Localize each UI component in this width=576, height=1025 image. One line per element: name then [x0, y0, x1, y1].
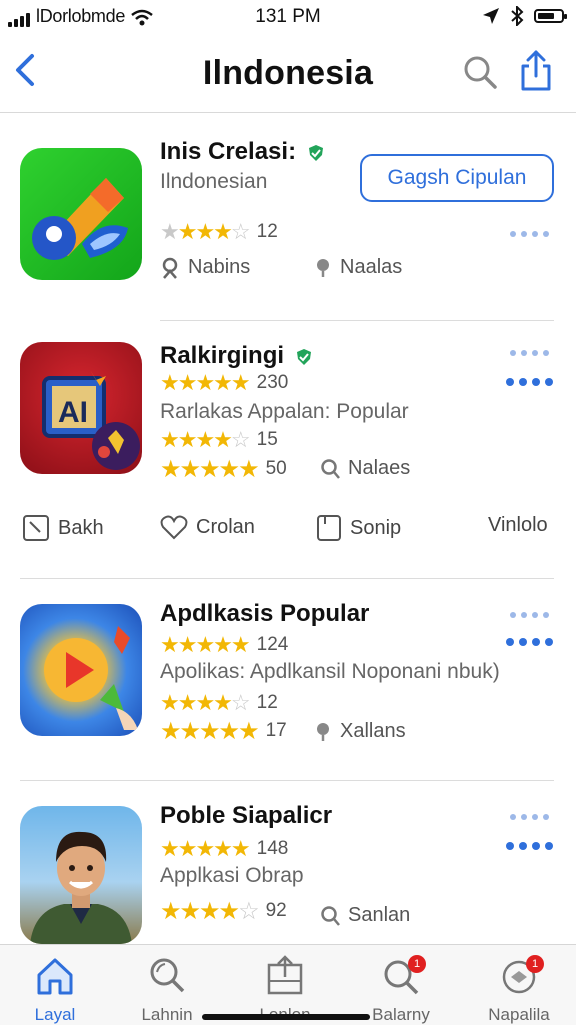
- more-options-icon[interactable]: [510, 350, 549, 356]
- action-vinlolo[interactable]: Vinlolo: [488, 514, 548, 537]
- rating-row-2a: ★★★★★ 230: [160, 370, 289, 395]
- expand-icon: [23, 515, 49, 541]
- rating-count: 92: [265, 900, 287, 921]
- action-favorite[interactable]: Crolan: [160, 514, 255, 540]
- rating-row-3a: ★★★★★ 124: [160, 632, 289, 657]
- rating-count: 17: [265, 720, 287, 741]
- avatar-icon: [30, 831, 132, 944]
- star-rating: ★★★★★: [160, 836, 251, 861]
- app-description-2: Rarlakas Appalan: Popular: [160, 400, 409, 423]
- rating-count: 148: [256, 838, 289, 859]
- status-bar: lDorlobmde 131 PM: [0, 0, 576, 36]
- bookmark-icon: [317, 515, 341, 541]
- more-options-icon-active[interactable]: [506, 638, 553, 646]
- app-subtitle-1: Ilndonesian: [160, 170, 268, 193]
- verified-icon: [308, 144, 323, 161]
- tab-lahnin[interactable]: Lahnin: [112, 945, 222, 1025]
- battery-icon: [534, 9, 567, 23]
- more-options-icon-active[interactable]: [506, 378, 553, 386]
- star-rating: ★★★★☆: [160, 427, 251, 452]
- meta-right-4: Sanlan: [320, 904, 410, 927]
- action-sonip[interactable]: Sonip: [316, 514, 401, 542]
- meta-right-1: Naalas: [314, 256, 402, 279]
- tab-layal[interactable]: Layal: [0, 945, 110, 1025]
- action-back[interactable]: Bakh: [22, 514, 104, 542]
- pin-icon: [317, 722, 329, 741]
- location-arrow-icon: [483, 8, 499, 24]
- app-name-1: Inis Crelasi:: [160, 138, 325, 166]
- star-rating: ★★★★★: [160, 632, 251, 657]
- rating-row-3b: ★★★★☆ 12: [160, 690, 278, 715]
- more-options-icon[interactable]: [510, 814, 549, 820]
- rating-count: 12: [256, 692, 278, 713]
- more-options-icon[interactable]: [510, 612, 549, 618]
- rating-count: 12: [256, 221, 278, 242]
- notification-badge: 1: [526, 955, 544, 973]
- rating-count: 230: [256, 372, 289, 393]
- app-name-2: Ralkirgingi: [160, 342, 313, 370]
- location-pin-icon: [162, 257, 178, 279]
- home-icon: [37, 958, 73, 995]
- app-icon-2[interactable]: AI: [20, 342, 142, 474]
- tab-lonlon[interactable]: Lonlon: [230, 945, 340, 1025]
- search-small-icon: [321, 905, 340, 926]
- bluetooth-icon: [511, 6, 524, 26]
- app-icon-3[interactable]: [20, 604, 142, 736]
- search-icon: [150, 958, 185, 993]
- navigation-bar: Ilndonesia: [0, 36, 576, 113]
- svg-text:AI: AI: [58, 396, 88, 429]
- status-right: [482, 6, 567, 26]
- divider: [20, 780, 554, 781]
- rating-row-2b: ★★★★☆ 15: [160, 427, 278, 452]
- meta-left-1: Nabins: [160, 256, 250, 279]
- search-small-icon: [321, 458, 340, 479]
- app-name-3: Apdlkasis Popular: [160, 600, 370, 627]
- meta-right-3: Xallans: [314, 720, 406, 743]
- star-rating: ★★★★☆: [160, 219, 251, 244]
- crayon-icon: [32, 178, 128, 260]
- rating-count: 124: [256, 634, 289, 655]
- get-button[interactable]: Gagsh Cipulan: [360, 154, 554, 202]
- rating-row-3c: ★★★★★ 17: [160, 718, 287, 745]
- star-rating: ★★★★☆: [160, 897, 260, 925]
- divider: [20, 578, 554, 579]
- share-icon[interactable]: [518, 50, 554, 92]
- app-icon-1[interactable]: [20, 148, 142, 280]
- app-description-4: Applkasi Obrap: [160, 864, 304, 887]
- more-options-icon[interactable]: [510, 231, 549, 237]
- star-rating: ★★★★☆: [160, 690, 251, 715]
- star-rating: ★★★★★: [160, 370, 251, 395]
- tab-napalila[interactable]: 1 Napalila: [464, 945, 574, 1025]
- ai-box-icon: AI: [42, 370, 140, 470]
- divider: [160, 320, 554, 321]
- play-icon: [44, 626, 138, 730]
- pin-icon: [317, 258, 329, 277]
- app-name-4: Poble Siapalicr: [160, 802, 333, 829]
- rating-count: 50: [265, 458, 287, 479]
- app-icon-4[interactable]: [20, 806, 142, 944]
- star-rating: ★★★★★: [160, 455, 260, 483]
- rating-row-1: ★★★★☆ 12: [160, 219, 278, 244]
- star-rating: ★★★★★: [160, 717, 260, 745]
- meta-right-2: Nalaes: [320, 457, 410, 480]
- rating-count: 15: [256, 429, 278, 450]
- home-indicator: [202, 1014, 370, 1020]
- rating-row-4a: ★★★★★ 148: [160, 836, 289, 861]
- notification-badge: 1: [408, 955, 426, 973]
- rating-row-4b: ★★★★☆ 92: [160, 898, 287, 925]
- action-row: Bakh Crolan Sonip Vinlolo: [0, 510, 576, 546]
- tab-balarny[interactable]: 1 Balarny: [346, 945, 456, 1025]
- more-options-icon-active[interactable]: [506, 842, 553, 850]
- heart-icon: [160, 515, 188, 540]
- app-description-3: Apolikas: Apdlkansil Noponani nbuk): [160, 660, 500, 683]
- search-icon[interactable]: [462, 54, 498, 90]
- inbox-icon: [267, 955, 303, 995]
- tab-bar: Layal Lahnin Lonlon 1 Balarny 1 Napalila: [0, 944, 576, 1025]
- verified-icon: [296, 348, 311, 365]
- rating-row-2c: ★★★★★ 50: [160, 456, 287, 483]
